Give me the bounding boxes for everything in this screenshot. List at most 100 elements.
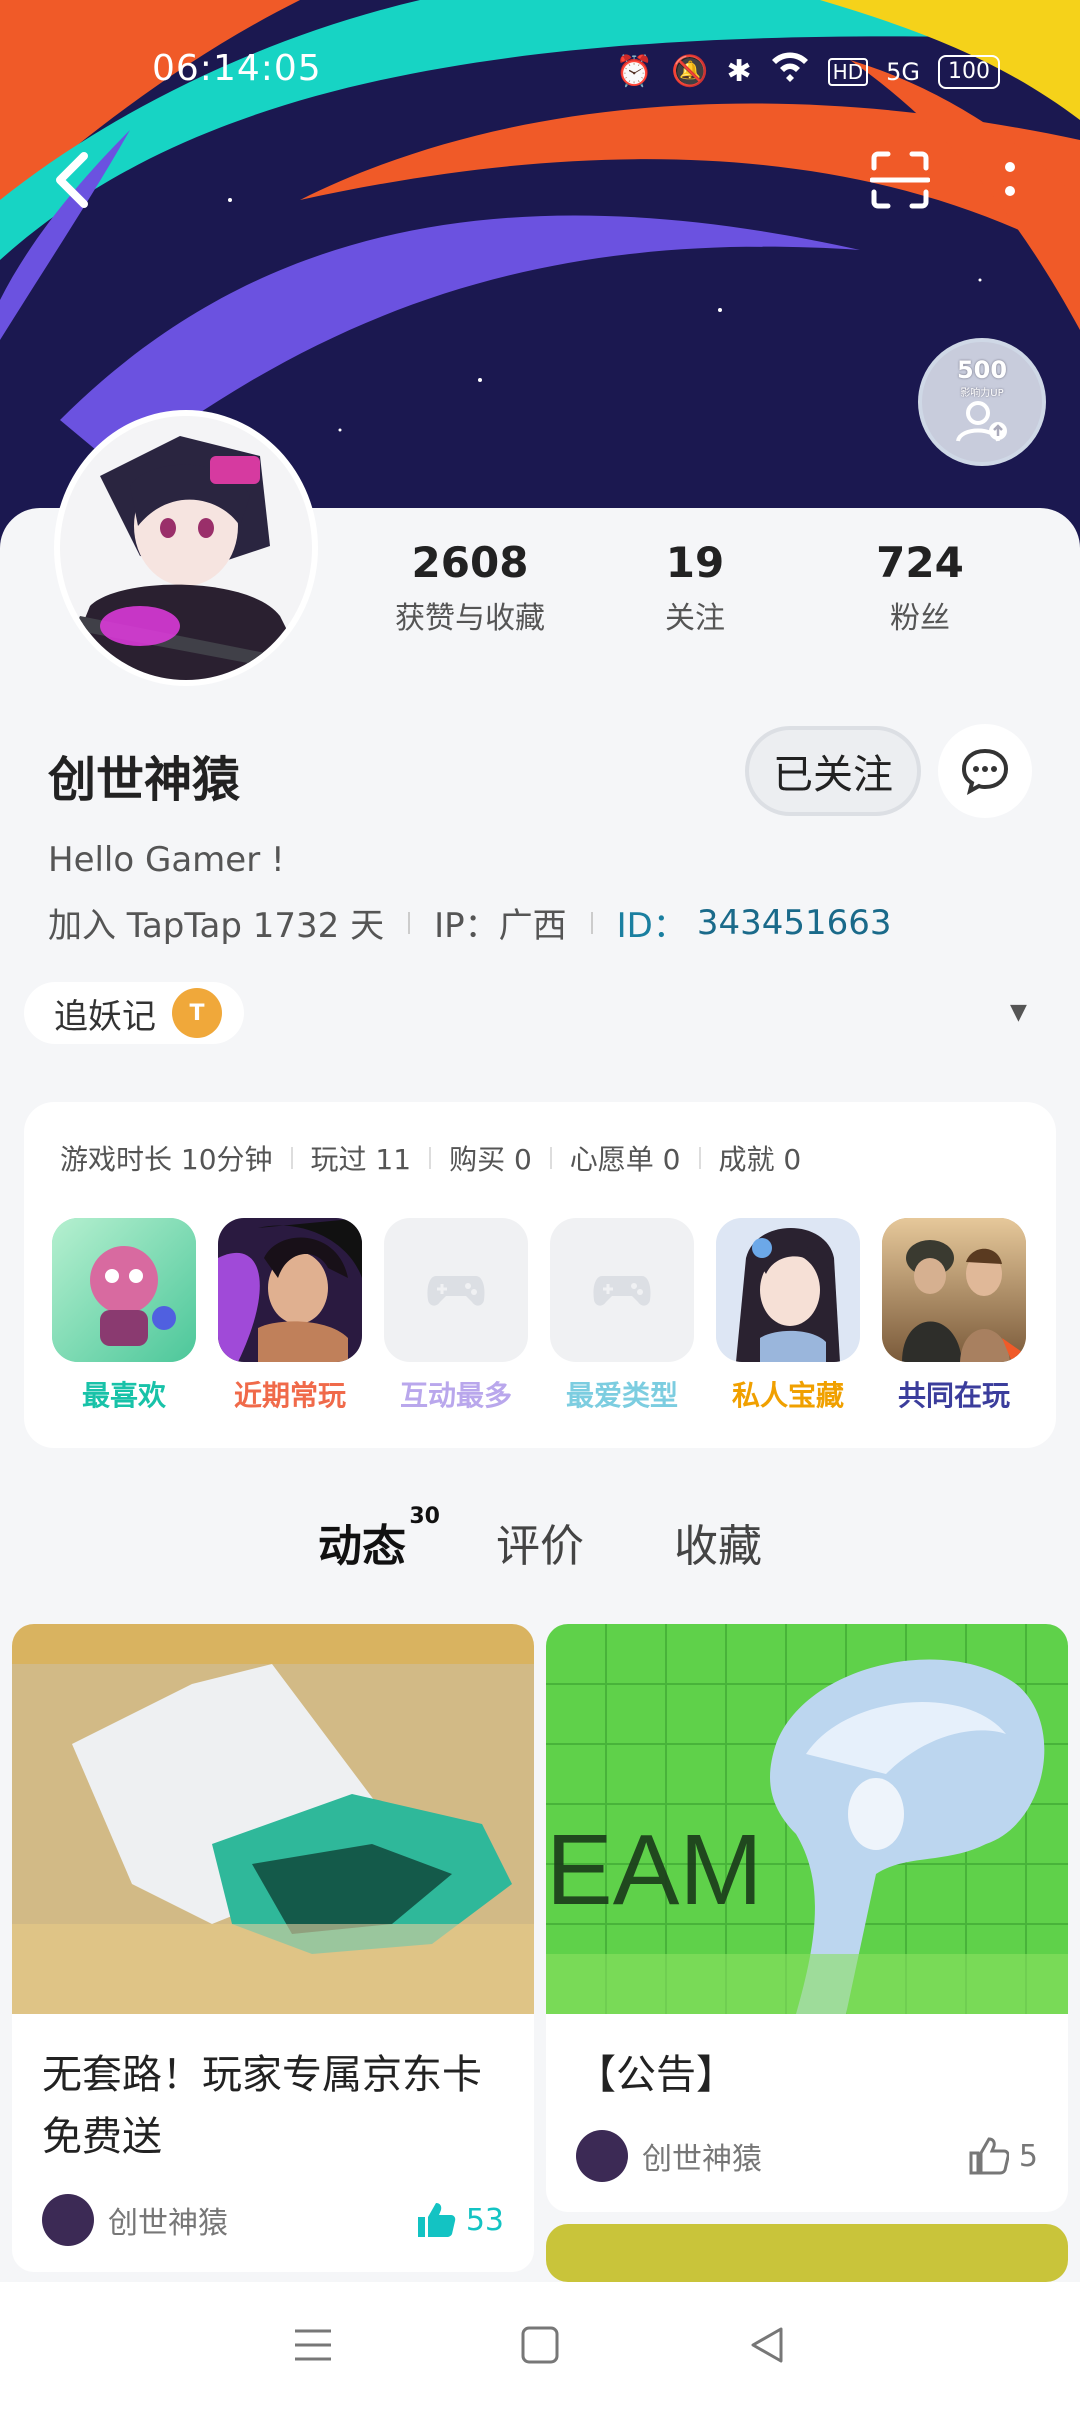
tile-recent[interactable]: 近期常玩 (218, 1218, 362, 1414)
tab-reviews[interactable]: 评价 (496, 1510, 584, 1574)
back-arrow-icon (56, 152, 88, 208)
divider (590, 911, 593, 934)
scan-button[interactable] (860, 140, 940, 220)
post-cover-image (546, 2224, 1068, 2282)
status-time: 06:14:05 (152, 48, 322, 89)
hd-icon: HD (827, 57, 869, 86)
more-options-button[interactable] (970, 140, 1050, 220)
game-icon (218, 1218, 362, 1362)
author-avatar[interactable] (42, 2194, 94, 2246)
post-footer: 创世神猿 53 (42, 2194, 504, 2246)
game-icon (52, 1218, 196, 1362)
thumbs-up-filled-icon (417, 2203, 456, 2237)
tab-reviews-label: 评价 (496, 1521, 584, 1572)
game-summary-card[interactable]: 游戏时长 10分钟 玩过 11 购买 0 心愿单 0 成就 0 最喜欢 近期常玩… (24, 1102, 1056, 1448)
tile-playing-together[interactable]: 共同在玩 (882, 1218, 1026, 1414)
post-author[interactable]: 创世神猿 (108, 2198, 228, 2242)
post-card[interactable]: 无套路！玩家专属京东卡免费送 创世神猿 53 (12, 1624, 534, 2272)
tile-recent-label: 近期常玩 (233, 1379, 346, 1412)
game-stats: 游戏时长 10分钟 玩过 11 购买 0 心愿单 0 成就 0 (60, 1138, 801, 1178)
chat-bubble-icon (961, 748, 1009, 795)
alarm-icon: ⏰ (615, 53, 654, 89)
system-nav-bar (0, 2282, 1080, 2412)
featured-game-name: 追妖记 (54, 996, 156, 1037)
more-vertical-icon (1005, 162, 1015, 196)
wifi-icon (770, 50, 810, 93)
tile-favorite-genre-label: 最爱类型 (565, 1379, 678, 1412)
svg-text:EAM: EAM (546, 1814, 763, 1926)
divider (549, 1147, 552, 1169)
back-nav-button[interactable] (747, 2325, 787, 2369)
profile-meta: 加入 TapTap 1732 天 IP：广西 ID： 343451663 (48, 898, 892, 947)
stat-following[interactable]: 19 关注 (570, 538, 820, 637)
tile-favorite-genre[interactable]: 最爱类型 (550, 1218, 694, 1414)
game-icon (716, 1218, 860, 1362)
stat-followers[interactable]: 724 粉丝 (820, 538, 1020, 637)
tab-activity[interactable]: 动态 30 (318, 1504, 440, 1574)
joined-days: 加入 TapTap 1732 天 (48, 906, 385, 946)
post-title: 无套路！玩家专属京东卡免费送 (42, 2052, 482, 2160)
post-card[interactable]: EAM 【公告】 创世神猿 5 (546, 1624, 1068, 2212)
menu-button[interactable] (293, 2327, 333, 2367)
back-button[interactable] (32, 140, 112, 220)
author-avatar[interactable] (576, 2130, 628, 2182)
user-up-icon (956, 401, 1007, 442)
dropdown-arrow-icon[interactable]: ▼ (1010, 1000, 1027, 1025)
game-level-icon: T (172, 988, 222, 1038)
stat-following-label: 关注 (665, 601, 725, 636)
status-bar: 06:14:05 ⏰ 🔕 ✱ HD 5G 100 (0, 40, 1080, 100)
like-count: 53 (465, 2202, 504, 2238)
bluetooth-icon: ✱ (726, 53, 752, 89)
post-cover-image: EAM (546, 1624, 1068, 2014)
tab-favorites-label: 收藏 (674, 1521, 762, 1572)
ip-location: IP：广西 (434, 906, 567, 946)
tile-playing-together-label: 共同在玩 (897, 1379, 1010, 1412)
like-button[interactable]: 5 (969, 2137, 1038, 2175)
user-id-label: ID： (616, 906, 687, 946)
like-count: 5 (1018, 2138, 1038, 2174)
content-tabs: 动态 30 评价 收藏 (0, 1504, 1080, 1574)
divider (429, 1147, 432, 1169)
gamepad-placeholder-icon (384, 1218, 528, 1362)
game-tiles: 最喜欢 近期常玩 互动最多 最爱类型 私人宝藏 共同在玩 (52, 1218, 1026, 1414)
post-card-partial[interactable] (546, 2224, 1068, 2282)
influence-badge-number: 500 (956, 356, 1008, 384)
influence-badge[interactable]: 500 影响力UP (918, 338, 1046, 466)
tile-private-treasure-label: 私人宝藏 (731, 1379, 844, 1412)
post-title: 【公告】 (576, 2052, 736, 2098)
profile-username: 创世神猿 (48, 752, 241, 808)
back-triangle-icon (751, 2327, 783, 2363)
tab-favorites[interactable]: 收藏 (674, 1510, 762, 1574)
tile-private-treasure[interactable]: 私人宝藏 (716, 1218, 860, 1414)
stat-followers-value: 724 (876, 538, 964, 587)
tile-most-interactive[interactable]: 互动最多 (384, 1218, 528, 1414)
stat-likes-label: 获赞与收藏 (395, 601, 545, 636)
follow-button[interactable]: 已关注 (745, 726, 921, 816)
game-stat-playtime: 游戏时长 10分钟 (60, 1143, 273, 1176)
stat-following-value: 19 (665, 538, 725, 587)
post-author[interactable]: 创世神猿 (642, 2134, 762, 2178)
thumbs-up-icon (969, 2137, 1009, 2175)
mute-icon: 🔕 (671, 53, 709, 89)
user-id-value[interactable]: 343451663 (697, 903, 892, 943)
profile-stats: 2608 获赞与收藏 19 关注 724 粉丝 (370, 538, 1050, 637)
game-icon (882, 1218, 1026, 1362)
profile-bio: Hello Gamer ! (48, 840, 285, 880)
tile-most-interactive-label: 互动最多 (399, 1379, 512, 1412)
home-button[interactable] (520, 2325, 560, 2369)
battery-icon: 100 (938, 54, 1000, 89)
avatar[interactable] (54, 410, 318, 686)
status-icons: ⏰ 🔕 ✱ HD 5G 100 (616, 50, 1000, 93)
like-button[interactable]: 53 (416, 2201, 504, 2239)
post-footer: 创世神猿 5 (576, 2130, 1038, 2182)
tile-favorite[interactable]: 最喜欢 (52, 1218, 196, 1414)
stat-likes[interactable]: 2608 获赞与收藏 (370, 538, 570, 637)
gamepad-placeholder-icon (550, 1218, 694, 1362)
stat-followers-label: 粉丝 (890, 601, 950, 636)
game-stat-wishlist: 心愿单 0 (569, 1143, 681, 1176)
home-square-icon (521, 2326, 559, 2364)
post-cover-image (12, 1624, 534, 2014)
message-button[interactable] (938, 724, 1032, 818)
featured-game-tag[interactable]: 追妖记 T (24, 982, 244, 1044)
game-stat-achievements: 成就 0 (718, 1143, 802, 1176)
